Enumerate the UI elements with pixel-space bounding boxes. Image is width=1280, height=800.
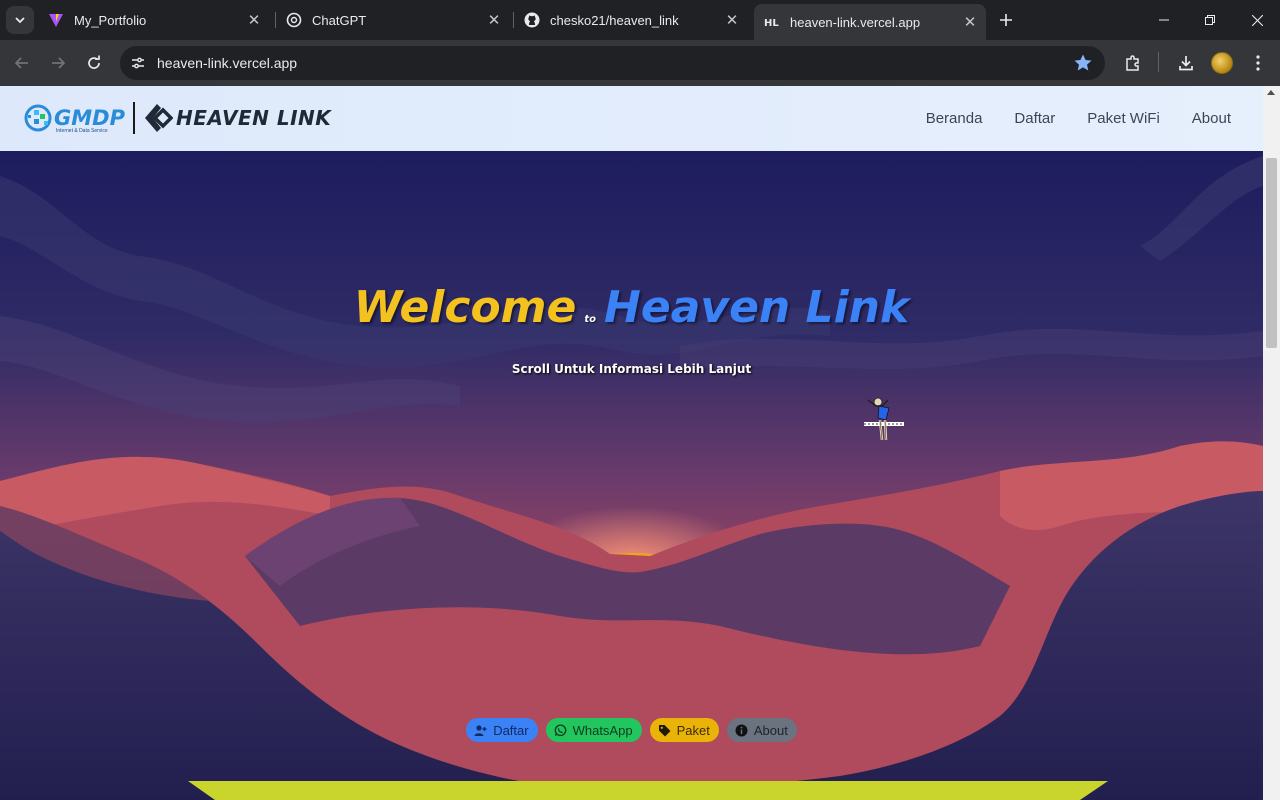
hero-welcome: Welcome xyxy=(353,282,577,333)
downloads-button[interactable] xyxy=(1174,51,1198,75)
gmdp-tagline: Internet & Data Service xyxy=(56,128,108,134)
character-illustration xyxy=(864,397,904,441)
hero-action-buttons: Daftar WhatsApp Paket About xyxy=(0,718,1263,742)
tab-search-button[interactable] xyxy=(6,6,34,34)
more-vert-icon xyxy=(1256,55,1260,71)
close-icon[interactable]: ✕ xyxy=(722,10,742,30)
scrollbar-thumb[interactable] xyxy=(1266,158,1277,348)
heaven-link-mark-icon xyxy=(144,104,173,132)
tab-title: chesko21/heaven_link xyxy=(550,12,679,28)
arrow-left-icon xyxy=(14,57,28,69)
nav-paket-wifi[interactable]: Paket WiFi xyxy=(1087,110,1160,127)
tab-heaven-link[interactable]: HL heaven-link.vercel.app ✕ xyxy=(754,4,986,40)
tab-chatgpt[interactable]: ChatGPT ✕ xyxy=(276,4,510,36)
gmdp-globe-icon xyxy=(24,104,52,132)
puzzle-icon xyxy=(1126,55,1139,71)
hero-site-name: Heaven Link xyxy=(604,282,910,333)
logo-divider xyxy=(132,102,135,134)
browser-toolbar: heaven-link.vercel.app xyxy=(0,40,1280,86)
paket-button[interactable]: Paket xyxy=(649,718,719,742)
profile-avatar[interactable] xyxy=(1211,52,1233,74)
arrow-right-icon xyxy=(52,57,66,69)
hero-title: Welcome to Heaven Link xyxy=(0,282,1263,333)
hl-icon: HL xyxy=(764,14,780,30)
back-button[interactable] xyxy=(6,47,38,79)
new-tab-button[interactable] xyxy=(994,8,1018,32)
page-viewport: GMDP Internet & Data Service HEAVEN LINK… xyxy=(0,86,1263,800)
close-icon[interactable]: ✕ xyxy=(960,12,980,32)
user-plus-icon xyxy=(474,724,487,737)
gmdp-logo: GMDP Internet & Data Service xyxy=(24,102,125,134)
toolbar-divider xyxy=(1158,52,1159,72)
heaven-link-wordmark: HEAVEN LINK xyxy=(175,106,332,130)
nav-beranda[interactable]: Beranda xyxy=(926,110,983,127)
whatsapp-icon xyxy=(554,723,567,737)
reload-icon xyxy=(88,55,100,69)
tab-github[interactable]: chesko21/heaven_link ✕ xyxy=(514,4,748,36)
about-button-label: About xyxy=(753,722,788,738)
gmdp-wordmark: GMDP xyxy=(54,105,125,130)
hero-to: to xyxy=(584,314,597,325)
svg-text:HL: HL xyxy=(764,18,779,29)
tab-title: ChatGPT xyxy=(312,12,367,28)
daftar-button[interactable]: Daftar xyxy=(466,718,538,742)
minimize-button[interactable] xyxy=(1141,0,1187,40)
whatsapp-button[interactable]: WhatsApp xyxy=(545,718,642,742)
info-icon xyxy=(735,724,748,737)
download-icon xyxy=(1179,56,1193,71)
url-text: heaven-link.vercel.app xyxy=(157,55,298,71)
daftar-button-label: Daftar xyxy=(493,722,529,738)
close-icon[interactable]: ✕ xyxy=(484,10,504,30)
about-button[interactable]: About xyxy=(726,718,797,742)
close-icon[interactable]: ✕ xyxy=(244,10,264,30)
close-icon xyxy=(1251,14,1263,26)
page-scrollbar[interactable] xyxy=(1263,86,1280,800)
minimize-icon xyxy=(1159,19,1169,21)
paket-button-label: Paket xyxy=(676,722,710,738)
menu-button[interactable] xyxy=(1246,51,1270,75)
scroll-up-arrow-icon[interactable] xyxy=(1267,90,1275,95)
star-icon[interactable] xyxy=(1073,53,1093,73)
close-window-button[interactable] xyxy=(1234,0,1280,40)
chatgpt-icon xyxy=(286,12,302,28)
whatsapp-button-label: WhatsApp xyxy=(572,722,633,738)
chevron-down-icon xyxy=(15,17,25,24)
forward-button[interactable] xyxy=(42,47,74,79)
nav-daftar[interactable]: Daftar xyxy=(1014,110,1055,127)
site-header: GMDP Internet & Data Service HEAVEN LINK… xyxy=(0,86,1263,151)
plus-icon xyxy=(1000,14,1012,26)
nav-about[interactable]: About xyxy=(1192,110,1231,127)
hero-background xyxy=(0,86,1263,800)
tab-strip: My_Portfolio ✕ ChatGPT ✕ chesko21/heaven… xyxy=(0,0,1280,40)
hero-subtitle: Scroll Untuk Informasi Lebih Lanjut xyxy=(511,362,752,376)
tab-title: My_Portfolio xyxy=(74,12,147,28)
tag-icon xyxy=(658,724,671,737)
vite-icon xyxy=(48,12,64,28)
extensions-button[interactable] xyxy=(1121,51,1145,75)
address-bar[interactable]: heaven-link.vercel.app xyxy=(120,46,1105,80)
site-info-icon[interactable] xyxy=(126,51,150,75)
reload-button[interactable] xyxy=(78,47,110,79)
github-icon xyxy=(524,12,540,28)
site-nav: Beranda Daftar Paket WiFi About xyxy=(926,86,1263,151)
restore-icon xyxy=(1205,15,1215,25)
tab-my-portfolio[interactable]: My_Portfolio ✕ xyxy=(38,4,270,36)
site-logo[interactable]: GMDP Internet & Data Service HEAVEN LINK xyxy=(24,100,331,136)
restore-button[interactable] xyxy=(1187,0,1233,40)
tab-title: heaven-link.vercel.app xyxy=(790,14,921,30)
